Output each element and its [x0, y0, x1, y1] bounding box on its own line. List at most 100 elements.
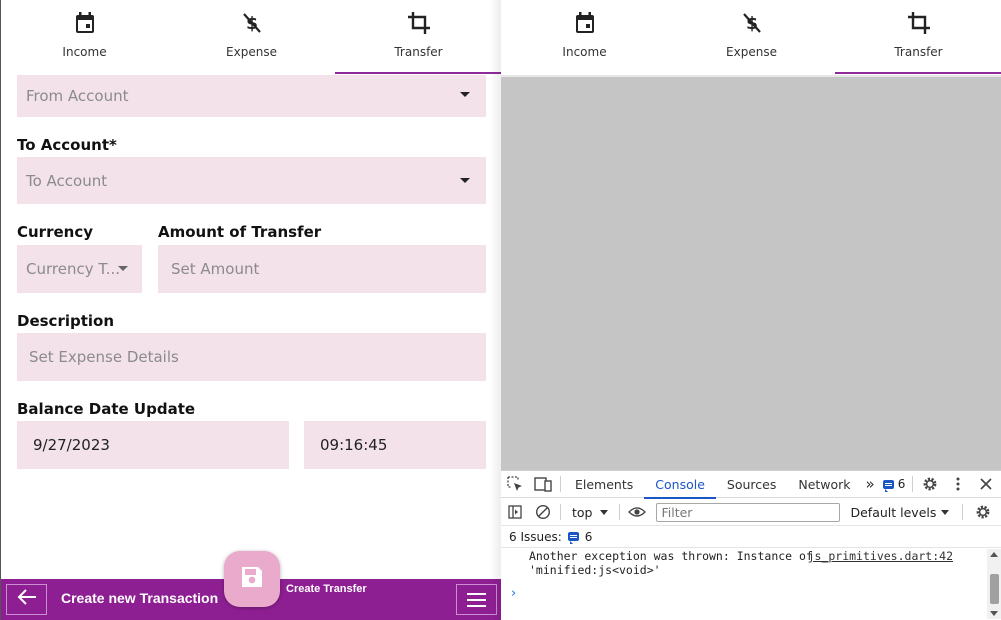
toolbar-separator	[560, 476, 561, 492]
calendar-icon	[574, 12, 596, 34]
tab-income-label: Income	[62, 45, 107, 59]
time-value: 09:16:45	[320, 436, 388, 454]
console-message-line2: 'minified:js<void>'	[529, 563, 661, 577]
message-icon	[882, 479, 894, 492]
dropdown-arrow-icon	[118, 266, 128, 271]
issues-badge-count: 6	[897, 477, 906, 491]
issues-count: 6	[584, 529, 593, 544]
log-levels-dropdown[interactable]: Default levels	[840, 505, 959, 520]
menu-line	[467, 592, 486, 595]
amount-placeholder: Set Amount	[171, 260, 260, 278]
live-expression-eye-icon[interactable]	[623, 499, 651, 526]
log-levels-label: Default levels	[850, 504, 937, 520]
fab-label: Create Transfer	[286, 583, 367, 595]
tab-income[interactable]: Income	[501, 0, 668, 75]
date-field[interactable]: 9/27/2023	[17, 421, 289, 469]
tab-bar: Income $ Expense Transfer	[1, 0, 501, 75]
tab-income[interactable]: Income	[1, 0, 168, 75]
dropdown-arrow-icon	[460, 92, 470, 97]
console-filter-input[interactable]	[656, 502, 841, 522]
toolbar-separator	[560, 504, 561, 520]
pane-shadow	[490, 0, 501, 620]
settings-gear-icon[interactable]	[916, 471, 944, 498]
clear-console-icon[interactable]	[529, 499, 557, 526]
console-scrollbar[interactable]	[987, 549, 1001, 619]
tab-expense[interactable]: $ Expense	[668, 0, 835, 75]
description-placeholder: Set Expense Details	[29, 348, 179, 366]
calendar-icon	[74, 12, 96, 34]
balance-date-label: Balance Date Update	[17, 400, 196, 418]
arrow-back-icon	[17, 589, 37, 610]
device-toolbar-icon[interactable]	[529, 471, 557, 498]
from-account-dropdown[interactable]: From Account	[17, 75, 486, 117]
to-account-dropdown[interactable]: To Account	[17, 157, 486, 204]
app-pane-right: Income $ Expense Transfer	[501, 0, 1001, 470]
save-icon	[240, 565, 264, 594]
sidebar-toggle-icon[interactable]	[501, 499, 529, 526]
message-icon	[567, 532, 579, 544]
issues-label: 6 Issues:	[509, 529, 562, 544]
dropdown-arrow-icon	[460, 178, 470, 183]
scrollbar-thumb[interactable]	[990, 574, 999, 604]
tab-income-label: Income	[562, 45, 607, 59]
tab-transfer[interactable]: Transfer	[835, 0, 1001, 75]
currency-label: Currency	[17, 223, 94, 241]
money-off-icon: $	[241, 12, 263, 34]
description-input[interactable]: Set Expense Details	[17, 333, 486, 381]
devtools-panel: Elements Console Sources Network » 6 top…	[501, 470, 1001, 620]
toolbar-separator	[912, 476, 914, 492]
tab-transfer[interactable]: Transfer	[335, 0, 501, 75]
date-value: 9/27/2023	[33, 436, 110, 454]
tab-expense-label: Expense	[726, 45, 777, 59]
devtools-tab-console[interactable]: Console	[644, 471, 716, 499]
tab-expense-label: Expense	[226, 45, 277, 59]
tab-expense[interactable]: $ Expense	[168, 0, 335, 75]
to-account-label: To Account*	[17, 136, 117, 154]
console-message: Another exception was thrown: Instance o…	[501, 549, 987, 577]
money-off-icon: $	[741, 12, 763, 34]
tab-transfer-label: Transfer	[894, 45, 943, 59]
save-fab-button[interactable]	[224, 551, 280, 607]
issues-badge[interactable]: 6	[879, 477, 910, 492]
amount-label: Amount of Transfer	[158, 223, 322, 241]
amount-input[interactable]: Set Amount	[158, 245, 486, 293]
screen: Income $ Expense Transfer From Account T…	[0, 0, 1001, 620]
console-toolbar: top Default levels	[501, 499, 1001, 526]
inspect-element-icon[interactable]	[501, 471, 529, 498]
chevron-down-icon	[941, 509, 950, 515]
currency-dropdown[interactable]: Currency T...	[17, 245, 142, 293]
toolbar-separator	[619, 504, 621, 520]
app-pane-left: Income $ Expense Transfer From Account T…	[0, 0, 501, 620]
scroll-down-icon[interactable]	[990, 611, 998, 616]
devtools-toolbar: Elements Console Sources Network » 6	[501, 471, 1001, 499]
close-icon[interactable]	[972, 471, 1000, 498]
devtools-tab-elements[interactable]: Elements	[564, 471, 644, 498]
menu-line	[467, 604, 486, 607]
context-value: top	[572, 504, 593, 520]
scroll-up-icon[interactable]	[990, 552, 998, 557]
console-prompt-icon[interactable]: ›	[511, 586, 516, 601]
time-field[interactable]: 09:16:45	[304, 421, 486, 469]
bottom-bar-title: Create new Transaction	[61, 590, 219, 606]
chevron-down-icon	[600, 509, 609, 515]
menu-button[interactable]	[456, 584, 497, 615]
crop-icon	[407, 12, 430, 34]
devtools-tab-network[interactable]: Network	[787, 471, 861, 498]
description-label: Description	[17, 312, 115, 330]
to-account-placeholder: To Account	[26, 171, 108, 190]
tab-bar: Income $ Expense Transfer	[501, 0, 1001, 77]
console-settings-gear-icon[interactable]	[969, 499, 997, 526]
currency-placeholder: Currency T...	[26, 260, 121, 278]
menu-line	[467, 598, 486, 601]
more-options-icon[interactable]	[944, 471, 972, 498]
toolbar-separator	[962, 504, 964, 520]
issues-row[interactable]: 6 Issues: 6	[501, 526, 1001, 548]
from-account-placeholder: From Account	[26, 87, 129, 105]
context-selector[interactable]: top	[564, 505, 616, 520]
devtools-tab-sources[interactable]: Sources	[716, 471, 787, 498]
back-button[interactable]	[6, 584, 47, 615]
message-source-link[interactable]: js_primitives.dart:42	[808, 549, 953, 563]
crop-icon	[907, 12, 930, 34]
tab-transfer-label: Transfer	[394, 45, 443, 59]
more-tabs-icon[interactable]: »	[862, 471, 879, 498]
